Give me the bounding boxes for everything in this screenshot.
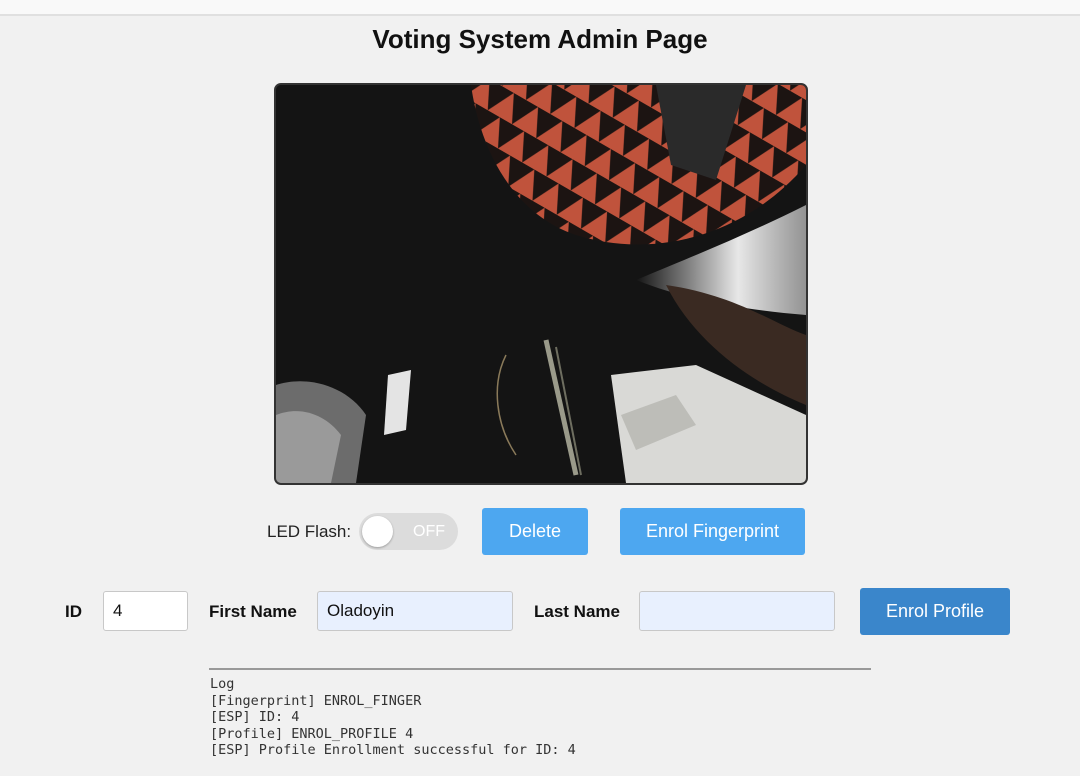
id-field[interactable]: 4 — [103, 591, 188, 631]
last-name-field[interactable] — [639, 591, 835, 631]
log-panel: Log [Fingerprint] ENROL_FINGER [ESP] ID: 4… — [210, 676, 870, 759]
log-line: [ESP] Profile Enrollment successful for … — [210, 742, 576, 759]
first-name-label: First Name — [209, 602, 297, 621]
delete-button[interactable]: Delete — [482, 508, 588, 555]
browser-top-bar — [0, 0, 1080, 16]
log-title: Log — [210, 676, 235, 692]
page-title: Voting System Admin Page — [372, 24, 708, 54]
toggle-state-text: OFF — [413, 523, 445, 540]
enrol-profile-button[interactable]: Enrol Profile — [860, 588, 1010, 635]
log-line: [Fingerprint] ENROL_FINGER — [210, 692, 422, 709]
enrol-fingerprint-button[interactable]: Enrol Fingerprint — [620, 508, 805, 555]
first-name-field[interactable]: Oladoyin — [317, 591, 513, 631]
led-flash-label: LED Flash: — [267, 522, 352, 541]
led-flash-toggle[interactable]: OFF — [359, 513, 458, 550]
log-line: [ESP] ID: 4 — [210, 709, 300, 726]
id-label: ID — [65, 602, 82, 621]
last-name-label: Last Name — [534, 602, 620, 621]
camera-image — [276, 85, 806, 483]
log-divider — [209, 668, 871, 670]
toggle-knob — [362, 516, 393, 547]
log-line: [Profile] ENROL_PROFILE 4 — [210, 725, 414, 742]
camera-feed — [274, 83, 808, 485]
